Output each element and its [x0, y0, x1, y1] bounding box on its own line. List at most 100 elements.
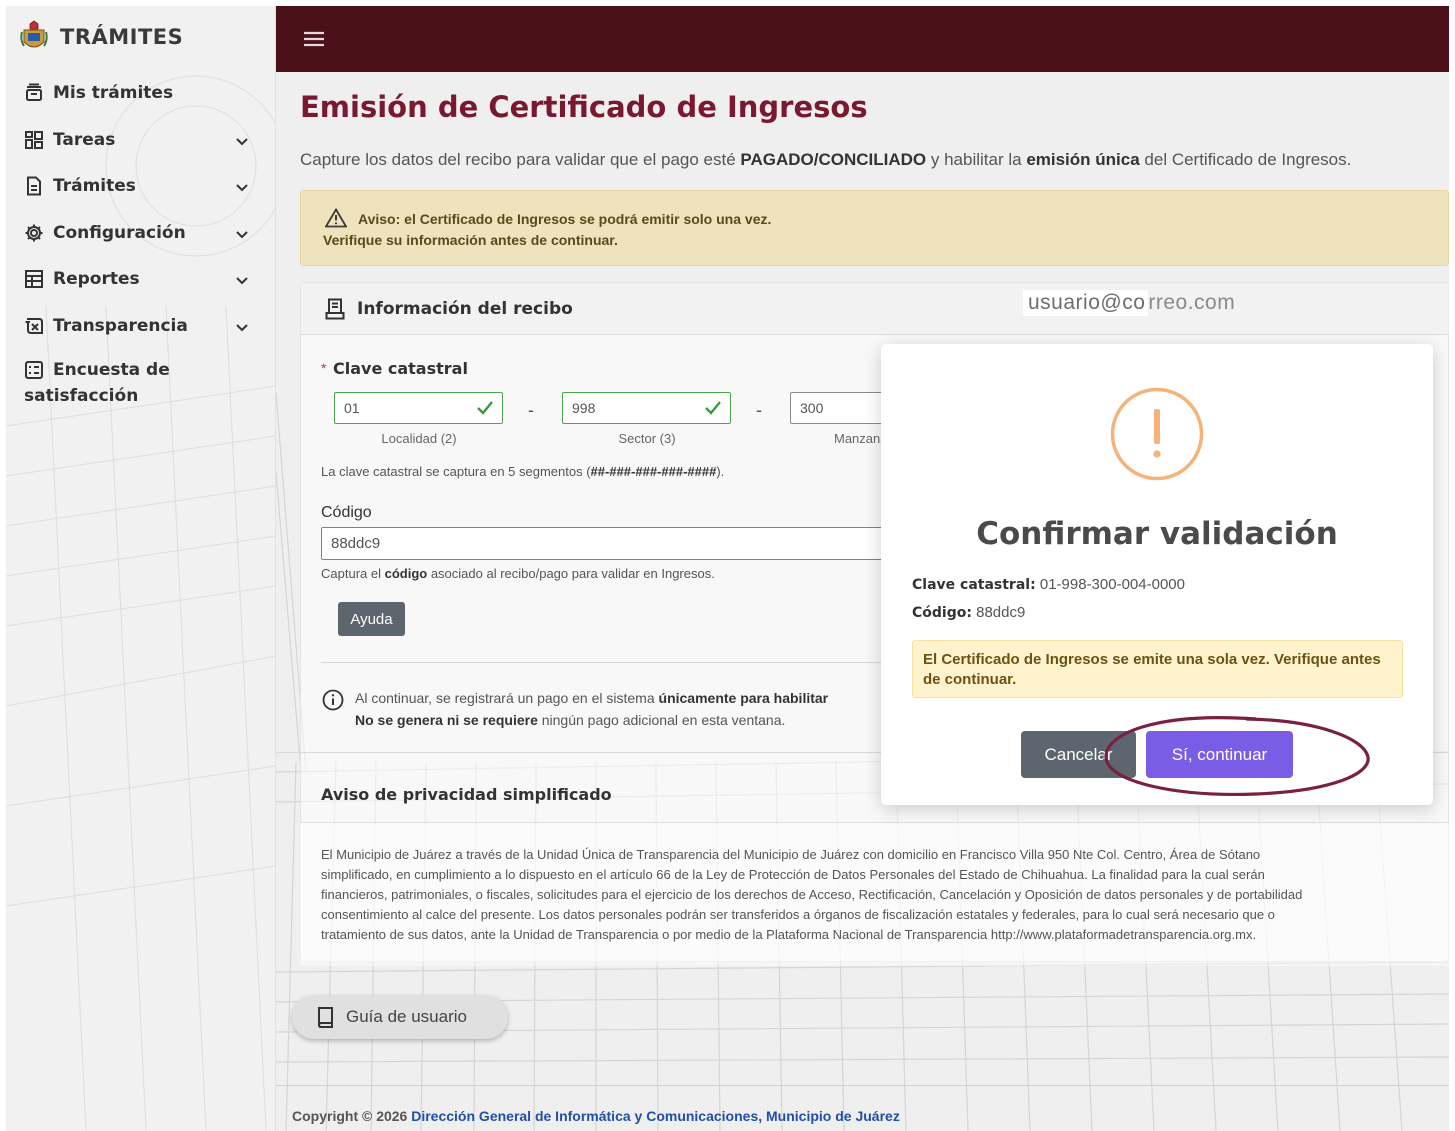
clave-catastral-label: Clave catastral	[333, 359, 468, 378]
codigo-help-text: Captura el código asociado al recibo/pag…	[321, 566, 715, 581]
alert-line-2: Verifique su información antes de contin…	[323, 232, 618, 248]
cancel-button[interactable]: Cancelar	[1021, 731, 1136, 778]
hamburger-menu-icon[interactable]	[304, 31, 324, 47]
privacy-line: financieros, patrimoniales, o fiscales, …	[321, 887, 1303, 902]
segment-label: Sector (3)	[618, 431, 676, 446]
info-line-1: Al continuar, se registrará un pago en e…	[355, 690, 828, 706]
modal-codigo-value: 88ddc9	[976, 604, 1026, 621]
info-bold: únicamente para habilitar	[658, 690, 829, 706]
warning-triangle-icon	[325, 208, 347, 228]
sidebar-item-configuracion[interactable]: Configuración	[6, 210, 275, 257]
help-text: La clave catastral se captura en 5 segme…	[321, 464, 591, 479]
sidebar-item-tramites[interactable]: Trámites	[6, 163, 275, 210]
privacy-line: tratamiento de sus datos, ante la Unidad…	[321, 927, 1257, 942]
privacy-line: simplificado, en cumplimiento a lo dispu…	[321, 867, 1265, 882]
help-text: asociado al recibo/pago para validar en …	[427, 566, 715, 581]
brand-title: TRÁMITES	[60, 25, 184, 49]
desc-bold: emisión única	[1026, 150, 1140, 169]
privacy-title: Aviso de privacidad simplificado	[321, 785, 612, 804]
gear-icon	[23, 222, 45, 244]
modal-title: Confirmar validación	[976, 516, 1338, 552]
segment-dash: -	[756, 400, 762, 420]
modal-codigo-label: Código:	[912, 605, 972, 621]
sidebar-item-label: Encuesta de satisfacción	[24, 360, 170, 406]
user-guide-label: Guía de usuario	[346, 1007, 467, 1026]
receipt-icon	[325, 298, 345, 320]
sidebar-item-label: Transparencia	[53, 315, 188, 336]
sidebar-item-encuesta[interactable]: Encuesta de satisfacción	[6, 349, 275, 411]
desc-text: y habilitar la	[926, 150, 1027, 169]
sidebar-item-label: Trámites	[53, 176, 136, 197]
chevron-down-icon[interactable]	[234, 272, 250, 288]
report-table-icon	[23, 268, 45, 290]
modal-warning: El Certificado de Ingresos se emite una …	[912, 640, 1403, 698]
modal-clave-row: Clave catastral: 01-998-300-004-0000	[912, 576, 1185, 593]
segment-dash: -	[528, 400, 534, 420]
codigo-value: 88ddc9	[331, 535, 381, 552]
help-bold: código	[384, 566, 428, 581]
confirm-modal: Confirmar validación Clave catastral: 01…	[881, 344, 1433, 805]
help-format: ##-###-###-###-####	[590, 464, 717, 479]
privacy-line: El Municipio de Juárez a través de la Un…	[321, 847, 1261, 862]
sidebar-item-label: Tareas	[53, 129, 116, 150]
sidebar: TRÁMITES Mis trámites Tareas Trámites Co…	[6, 6, 276, 1131]
info-text: ningún pago adicional en esta ventana.	[537, 712, 786, 728]
sidebar-item-reportes[interactable]: Reportes	[6, 256, 275, 303]
sidebar-item-transparencia[interactable]: Transparencia	[6, 303, 275, 350]
help-button[interactable]: Ayuda	[338, 602, 405, 636]
codigo-label: Código	[321, 504, 372, 521]
sidebar-item-label: Configuración	[53, 222, 186, 243]
scroll-icon	[23, 315, 45, 337]
chevron-down-icon[interactable]	[234, 133, 250, 149]
confirm-button[interactable]: Sí, continuar	[1146, 731, 1293, 778]
sidebar-item-label: Mis trámites	[53, 83, 174, 104]
help-text: Captura el	[321, 566, 385, 581]
sidebar-item-mis-tramites[interactable]: Mis trámites	[6, 70, 275, 117]
topbar	[276, 6, 1449, 72]
user-guide-button[interactable]: Guía de usuario	[292, 995, 508, 1039]
desc-text: Capture los datos del recibo para valida…	[300, 150, 741, 169]
footer-copyright: Copyright © 2026	[292, 1108, 412, 1124]
inbox-icon	[23, 82, 45, 104]
required-mark: *	[321, 360, 327, 376]
brand[interactable]: TRÁMITES	[20, 20, 183, 54]
info-text: Al continuar, se registrará un pago en e…	[355, 690, 659, 706]
warning-exclamation-icon	[1110, 387, 1204, 481]
modal-clave-value: 01-998-300-004-0000	[1039, 576, 1185, 593]
clave-segment-localidad[interactable]: 01	[334, 392, 503, 424]
check-icon	[705, 401, 721, 415]
footer: Copyright © 2026 Dirección General de In…	[292, 1108, 900, 1124]
privacy-line: consentimiento al calce del presente. Lo…	[321, 907, 1275, 922]
municipal-seal-logo	[20, 20, 48, 48]
segment-value: 998	[572, 400, 596, 416]
warning-alert: Aviso: el Certificado de Ingresos se pod…	[300, 190, 1449, 266]
page-description: Capture los datos del recibo para valida…	[300, 150, 1449, 170]
modal-codigo-row: Código: 88ddc9	[912, 604, 1025, 621]
chevron-down-icon[interactable]	[234, 319, 250, 335]
check-icon	[477, 401, 493, 415]
card-header: Información del recibo	[301, 283, 1449, 335]
alert-line-1: Aviso: el Certificado de Ingresos se pod…	[358, 211, 772, 227]
desc-text: del Certificado de Ingresos.	[1139, 150, 1352, 169]
segment-value: 01	[344, 400, 360, 416]
sidebar-nav: Mis trámites Tareas Trámites Configuraci…	[6, 70, 275, 411]
footer-link[interactable]: Dirección General de Informática y Comun…	[411, 1108, 900, 1124]
card-title: Información del recibo	[357, 299, 573, 319]
info-bold: No se genera ni se requiere	[355, 712, 538, 728]
chevron-down-icon[interactable]	[234, 226, 250, 242]
grid-icon	[23, 129, 45, 151]
modal-clave-label: Clave catastral:	[912, 577, 1036, 593]
clave-segment-sector[interactable]: 998	[562, 392, 731, 424]
sidebar-item-label: Reportes	[53, 269, 140, 290]
user-email: usuario@co rreo.com	[1023, 290, 1235, 319]
sidebar-item-tareas[interactable]: Tareas	[6, 117, 275, 164]
privacy-text-block: El Municipio de Juárez a través de la Un…	[300, 822, 1449, 966]
segment-value: 300	[800, 400, 824, 416]
chevron-down-icon[interactable]	[234, 179, 250, 195]
segment-label: Localidad (2)	[381, 431, 457, 446]
page-title: Emisión de Certificado de Ingresos	[300, 90, 868, 124]
help-text: ).	[716, 464, 725, 479]
info-line-2: No se genera ni se requiere ningún pago …	[355, 712, 785, 728]
document-icon	[23, 175, 45, 197]
book-icon	[318, 1007, 333, 1028]
